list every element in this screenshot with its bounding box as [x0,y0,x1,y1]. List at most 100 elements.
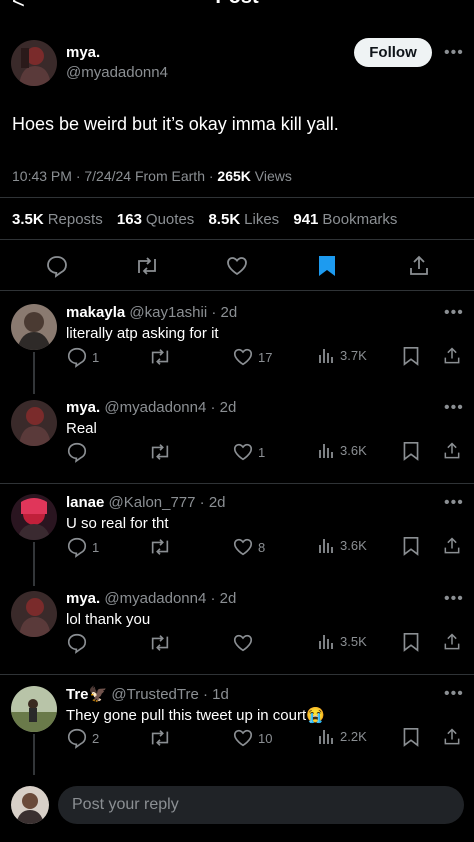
reply-author-handle: @kay1ashii · 2d [129,304,238,321]
views-count: 2.2K [340,728,367,744]
bookmark-button[interactable] [402,346,420,366]
likes-label: Likes [244,211,280,228]
likes-stat[interactable]: 8.5K Likes [208,211,279,228]
repost-button[interactable] [148,727,172,749]
repost-button[interactable] [148,346,172,368]
bookmark-button[interactable] [402,536,420,556]
bookmarks-label: Bookmarks [322,211,398,228]
views-count: 265K [217,168,251,184]
reply-author-handle: @Kalon_777 · 2d [108,494,226,511]
page-title: Post [0,0,474,9]
post-text: Hoes be weird but it’s okay imma kill ya… [12,114,339,134]
share-button[interactable] [442,441,462,461]
reply-composer: Post your reply [0,775,474,842]
reply-actions: 1 17 3.7K [66,346,466,370]
list-item[interactable]: Tre🦅 @TrustedTre · 1d ••• They gone pull… [0,685,474,773]
repost-button[interactable] [148,441,172,463]
reposts-count: 3.5K [12,211,44,228]
like-button[interactable]: 17 [232,346,272,368]
views-button[interactable]: 3.6K [318,536,367,554]
reply-icon[interactable] [45,254,69,283]
post-meta: 10:43 PM · 7/24/24 From Earth · 265K Vie… [12,168,292,184]
list-item[interactable]: lanae @Kalon_777 · 2d ••• U so real for … [0,494,474,584]
reply-author: makayla @kay1ashii · 2d [66,304,237,321]
more-options-icon[interactable]: ••• [444,304,464,322]
divider [0,674,474,675]
views-count: 3.6K [340,442,367,458]
more-options-icon[interactable]: ••• [444,399,464,417]
like-button[interactable]: 8 [232,536,265,558]
reply-author-handle: @myadadonn4 · 2d [104,590,237,607]
more-options-icon[interactable]: ••• [444,44,464,62]
share-button[interactable] [442,632,462,652]
reply-button[interactable]: 2 [66,727,99,749]
repost-button[interactable] [148,632,172,654]
follow-button[interactable]: Follow [354,38,432,67]
post-author: mya. @myadadonn4 [66,44,168,81]
author-handle[interactable]: @myadadonn4 [66,64,168,81]
views-button[interactable]: 3.6K [318,441,367,459]
views-label: Views [250,168,292,184]
reply-button[interactable]: 1 [66,346,99,368]
reply-text: lol thank you [66,611,151,628]
reply-button[interactable] [66,632,88,654]
reply-text: U so real for tht [66,515,169,532]
reply-input[interactable]: Post your reply [58,786,464,824]
reply-author-name[interactable]: lanae [66,494,104,511]
avatar[interactable] [11,40,57,86]
more-options-icon[interactable]: ••• [444,590,464,608]
like-icon[interactable] [225,254,249,283]
quotes-stat[interactable]: 163 Quotes [117,211,194,228]
like-count: 1 [258,444,266,460]
like-button[interactable] [232,632,254,654]
share-button[interactable] [442,727,462,747]
share-icon[interactable] [407,254,431,283]
bookmark-icon[interactable] [316,254,338,283]
more-options-icon[interactable]: ••• [444,685,464,703]
reply-author-name[interactable]: mya. [66,399,100,416]
share-button[interactable] [442,346,462,366]
repost-icon[interactable] [134,254,160,283]
author-name[interactable]: mya. [66,44,168,61]
reply-author-handle: @TrustedTre · 1d [111,686,229,703]
reply-text: They gone pull this tweet up in court😭 [66,707,325,724]
views-count: 3.7K [340,347,367,363]
reply-button[interactable]: 1 [66,536,99,558]
reply-actions: 2 10 2.2K [66,727,466,751]
reply-author-handle: @myadadonn4 · 2d [104,399,237,416]
reply-author-name[interactable]: mya. [66,590,100,607]
like-button[interactable]: 10 [232,727,272,749]
post-timestamp: 10:43 PM · 7/24/24 From Earth · [12,168,218,184]
reposts-stat[interactable]: 3.5K Reposts [12,211,103,228]
top-bar: < Post [0,0,474,13]
avatar[interactable] [11,786,49,824]
divider [0,197,474,198]
views-button[interactable]: 3.7K [318,346,367,364]
quotes-count: 163 [116,211,142,228]
reply-button[interactable] [66,441,88,463]
bookmark-button[interactable] [402,727,420,747]
post-stats: 3.5K Reposts 163 Quotes 8.5K Likes 941 Bookm… [12,211,407,228]
divider [0,483,474,484]
like-button[interactable]: 1 [232,441,265,463]
divider [0,290,474,291]
views-count: 3.6K [340,537,367,553]
reply-author-name[interactable]: makayla [66,304,125,321]
bookmark-button[interactable] [402,441,420,461]
reply-count: 2 [92,730,100,746]
list-item[interactable]: makayla @kay1ashii · 2d ••• literally at… [0,304,474,394]
reply-text: literally atp asking for it [66,325,219,342]
quotes-label: Quotes [145,211,195,228]
reply-author: lanae @Kalon_777 · 2d [66,494,226,511]
list-item[interactable]: mya. @myadadonn4 · 2d ••• Real 1 3.6K [0,399,474,479]
list-item[interactable]: mya. @myadadonn4 · 2d ••• lol thank you … [0,590,474,670]
reply-author-name[interactable]: Tre🦅 [66,686,107,703]
bookmarks-stat[interactable]: 941 Bookmarks [293,211,397,228]
views-button[interactable]: 3.5K [318,632,367,650]
views-button[interactable]: 2.2K [318,727,367,745]
like-count: 8 [258,539,266,555]
share-button[interactable] [442,536,462,556]
repost-button[interactable] [148,536,172,558]
more-options-icon[interactable]: ••• [444,494,464,512]
bookmark-button[interactable] [402,632,420,652]
